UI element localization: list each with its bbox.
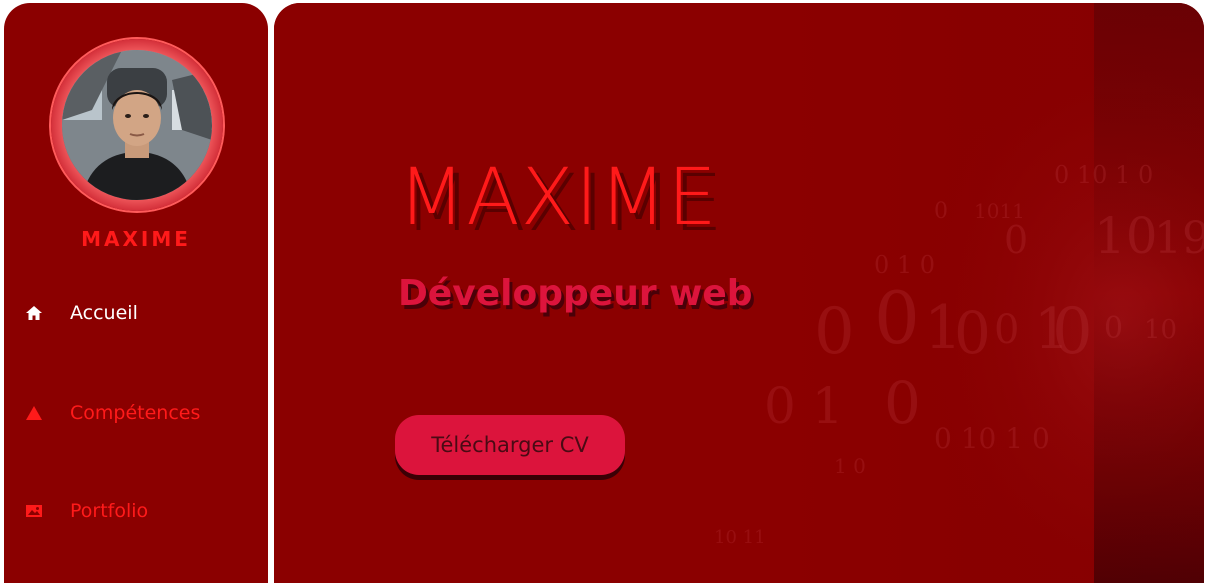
- nav-item-label: Accueil: [70, 302, 138, 324]
- nav-item-skills[interactable]: Compétences: [4, 393, 268, 433]
- hero-section: 0 0 1 0 0 1 0 0 10 10 19 0 0 1011 0 10 1…: [274, 3, 1204, 583]
- download-cv-button[interactable]: Télécharger CV: [395, 415, 625, 475]
- hero-title: MAXIME: [398, 153, 718, 243]
- nav-item-label: Compétences: [70, 402, 201, 424]
- avatar: [62, 50, 212, 200]
- nav-item-portfolio[interactable]: Portfolio: [4, 491, 268, 531]
- hero-subtitle: Développeur web: [398, 273, 753, 314]
- warning-triangle-icon: [24, 403, 44, 423]
- sidebar: MAXIME Accueil Compétences Portfolio: [4, 3, 268, 583]
- nav-item-label: Portfolio: [70, 500, 149, 522]
- home-icon: [24, 303, 44, 323]
- image-icon: [24, 501, 44, 521]
- nav-item-home[interactable]: Accueil: [4, 293, 268, 333]
- brand-name: MAXIME: [81, 227, 191, 251]
